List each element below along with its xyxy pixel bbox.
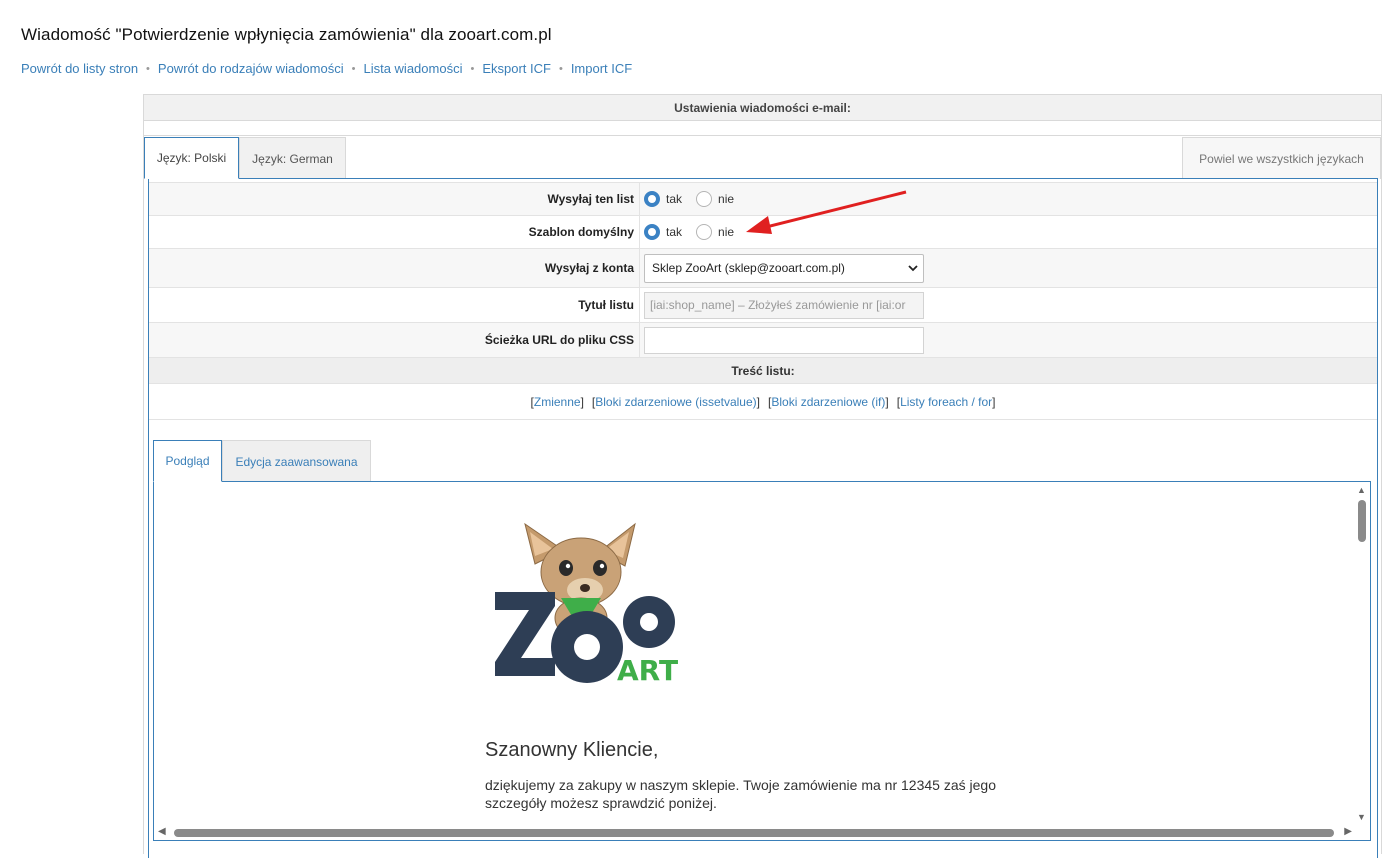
link-foreach-lists[interactable]: Listy foreach / for [900,395,992,409]
scroll-left-icon[interactable]: ◀ [158,826,166,837]
zooart-logo: ART [493,522,683,697]
send-from-account-label: Wysyłaj z konta [149,249,640,287]
page-title: Wiadomość "Potwierdzenie wpłynięcia zamó… [21,25,552,44]
language-tabs: Język: Polski Język: German Powiel we ws… [144,137,1381,179]
scroll-up-icon[interactable]: ▲ [1357,485,1366,495]
row-css-url: Ścieżka URL do pliku CSS [149,322,1377,358]
tab-language-german[interactable]: Język: German [239,137,346,179]
subject-label: Tytuł listu [149,288,640,322]
select-value: Sklep ZooArt (sklep@zooart.com.pl) [652,261,845,275]
link-back-to-pages[interactable]: Powrót do listy stron [21,61,138,76]
email-preview[interactable]: ART Szanowny Kliencie, dziękujemy za zak… [153,481,1371,841]
radio-checked-icon [644,191,660,207]
send-letter-label: Wysyłaj ten list [149,183,640,215]
scrollbar-thumb[interactable] [174,829,1334,837]
breadcrumb-separator: • [558,62,563,75]
row-send-letter: Wysyłaj ten list tak nie [149,182,1377,216]
logo-art-text: ART [617,654,678,687]
link-export-icf[interactable]: Eksport ICF [482,61,551,76]
link-back-to-message-types[interactable]: Powrót do rodzajów wiadomości [158,61,344,76]
vertical-scrollbar[interactable]: ▲ ▼ [1354,482,1370,822]
tab-preview[interactable]: Podgląd [153,440,222,482]
panel-spacer [144,121,1381,136]
link-event-blocks-if[interactable]: Bloki zdarzeniowe (if) [771,395,885,409]
row-subject: Tytuł listu [iai:shop_name] – Złożyłeś z… [149,287,1377,323]
language-tab-content: Wysyłaj ten list tak nie Szablon domyśln… [148,178,1378,858]
scroll-down-icon[interactable]: ▼ [1357,812,1366,822]
duplicate-all-languages-button[interactable]: Powiel we wszystkich językach [1182,137,1381,179]
email-settings-panel: Ustawienia wiadomości e-mail: Język: Pol… [143,94,1382,858]
tab-language-polish[interactable]: Język: Polski [144,137,239,179]
subject-field[interactable]: [iai:shop_name] – Złożyłeś zamówienie nr… [644,291,924,319]
send-letter-yes-radio[interactable]: tak [644,191,682,207]
default-template-no-radio[interactable]: nie [696,224,734,240]
link-message-list[interactable]: Lista wiadomości [363,61,462,76]
radio-unchecked-icon [696,191,713,207]
chevron-down-icon [908,262,918,276]
horizontal-scrollbar[interactable]: ◀ ▶ [154,824,1356,840]
radio-unchecked-icon [696,224,713,240]
link-variables[interactable]: Zmienne [534,395,581,409]
send-letter-no-radio[interactable]: nie [696,191,734,207]
email-body-text: dziękujemy za zakupy w naszym sklepie. T… [485,777,996,811]
email-content: ART Szanowny Kliencie, dziękujemy za zak… [485,522,1045,812]
row-default-template: Szablon domyślny tak nie [149,215,1377,249]
breadcrumb-separator: • [470,62,475,75]
link-event-blocks-issetvalue[interactable]: Bloki zdarzeniowe (issetvalue) [595,395,756,409]
radio-label: tak [666,225,683,239]
settings-form: Wysyłaj ten list tak nie Szablon domyśln… [149,182,1377,420]
default-template-label: Szablon domyślny [149,216,640,248]
css-url-field[interactable] [644,326,924,354]
settings-header: Ustawienia wiadomości e-mail: [144,95,1381,121]
radio-label: tak [666,192,683,206]
css-url-label: Ścieżka URL do pliku CSS [149,323,640,357]
breadcrumb: Powrót do listy stron • Powrót do rodzaj… [21,61,632,76]
radio-label: nie [718,192,735,206]
scroll-right-icon[interactable]: ▶ [1344,826,1352,837]
radio-label: nie [718,225,735,239]
default-template-yes-radio[interactable]: tak [644,224,682,240]
breadcrumb-separator: • [146,62,150,75]
breadcrumb-separator: • [351,62,356,75]
tab-advanced-edit[interactable]: Edycja zaawansowana [222,440,371,482]
radio-checked-icon [644,224,660,240]
editor-tabs: Podgląd Edycja zaawansowana [153,440,1373,482]
template-helpers: [Zmienne] [Bloki zdarzeniowe (issetvalue… [149,384,1377,420]
scrollbar-thumb[interactable] [1358,500,1366,542]
send-from-account-select[interactable]: Sklep ZooArt (sklep@zooart.com.pl) [644,253,924,283]
link-import-icf[interactable]: Import ICF [571,61,632,76]
email-greeting: Szanowny Kliencie, [485,739,659,761]
content-header: Treść listu: [149,357,1377,384]
row-send-from-account: Wysyłaj z konta Sklep ZooArt (sklep@zooa… [149,248,1377,288]
